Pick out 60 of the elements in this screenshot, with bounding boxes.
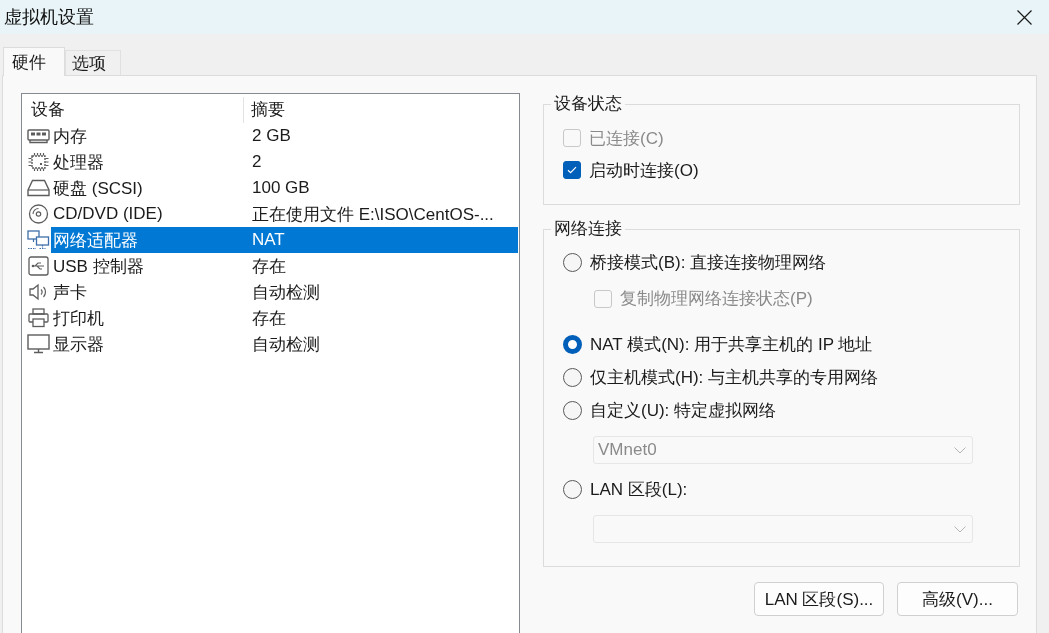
table-cell-text: 网络适配器: [52, 229, 139, 252]
memory-module-icon: [27, 126, 50, 146]
device-row[interactable]: 硬盘 (SCSI) 100 GB: [51, 175, 518, 201]
window-title: 虚拟机设置: [4, 6, 94, 29]
usb-icon: [27, 256, 50, 276]
checkbox-label[interactable]: 启动时连接(O): [589, 158, 699, 182]
radio-label[interactable]: 自定义(U): 特定虚拟网络: [590, 399, 777, 422]
table-cell-text: 100 GB: [251, 178, 310, 198]
table-cell-text: 自动检测: [251, 333, 320, 356]
radio-label[interactable]: LAN 区段(L):: [590, 478, 688, 501]
table-cell-text: 内存: [52, 125, 88, 148]
table-cell-text: 2: [251, 152, 262, 172]
table-cell-text: NAT: [251, 230, 285, 250]
radio-label[interactable]: 桥接模式(B): 直接连接物理网络: [590, 251, 827, 274]
column-header[interactable]: 设备: [22, 97, 244, 123]
dialog-button[interactable]: 高级(V)...: [897, 582, 1018, 616]
radio-button[interactable]: [563, 368, 582, 387]
group-title: 设备状态: [553, 94, 623, 114]
radio-button[interactable]: [563, 401, 582, 420]
table-cell-text: USB 控制器: [52, 255, 145, 278]
printer-icon: [27, 308, 50, 328]
device-row[interactable]: 显示器 自动检测: [51, 331, 518, 357]
monitor-icon: [27, 334, 50, 354]
device-row[interactable]: 处理器 2: [51, 149, 518, 175]
device-row[interactable]: 内存 2 GB: [51, 123, 518, 149]
table-cell-text: 正在使用文件 E:\ISO\CentOS-...: [251, 203, 494, 226]
device-row[interactable]: CD/DVD (IDE) 正在使用文件 E:\ISO\CentOS-...: [51, 201, 518, 227]
hard-drive-icon: [27, 178, 50, 198]
close-icon[interactable]: [1017, 9, 1032, 25]
tab[interactable]: 硬件: [3, 47, 65, 76]
radio-button[interactable]: [563, 335, 582, 354]
group-title: 网络连接: [553, 219, 623, 239]
radio-label[interactable]: 仅主机模式(H): 与主机共享的专用网络: [590, 366, 879, 389]
table-cell-text: 自动检测: [251, 281, 320, 304]
network-computers-icon: [27, 230, 50, 250]
radio-button[interactable]: [563, 253, 582, 272]
table-cell-text: 显示器: [52, 333, 105, 356]
radio-button[interactable]: [563, 480, 582, 499]
checkbox[interactable]: [563, 161, 581, 179]
checkmark-icon: [567, 166, 577, 174]
table-cell-text: 处理器: [52, 151, 105, 174]
chevron-down-icon: [954, 525, 966, 533]
device-row[interactable]: 网络适配器 NAT: [51, 227, 518, 253]
radio-label[interactable]: NAT 模式(N): 用于共享主机的 IP 地址: [590, 333, 873, 356]
disc-icon: [27, 204, 50, 224]
device-row[interactable]: 打印机 存在: [51, 305, 518, 331]
table-cell-text: 硬盘 (SCSI): [52, 177, 144, 200]
table-cell-text: 打印机: [52, 307, 105, 330]
device-row[interactable]: 声卡 自动检测: [51, 279, 518, 305]
column-header[interactable]: 摘要: [244, 97, 285, 123]
device-row[interactable]: USB 控制器 存在: [51, 253, 518, 279]
tab[interactable]: 选项: [65, 50, 121, 75]
table-cell-text: 声卡: [52, 281, 88, 304]
chevron-down-icon: [954, 446, 966, 454]
dialog-button[interactable]: LAN 区段(S)...: [754, 582, 884, 616]
table-cell-text: CD/DVD (IDE): [52, 204, 164, 224]
table-cell-text: 2 GB: [251, 126, 291, 146]
table-cell-text: 存在: [251, 255, 286, 278]
chip-icon: [27, 152, 50, 172]
table-cell-text: 存在: [251, 307, 286, 330]
